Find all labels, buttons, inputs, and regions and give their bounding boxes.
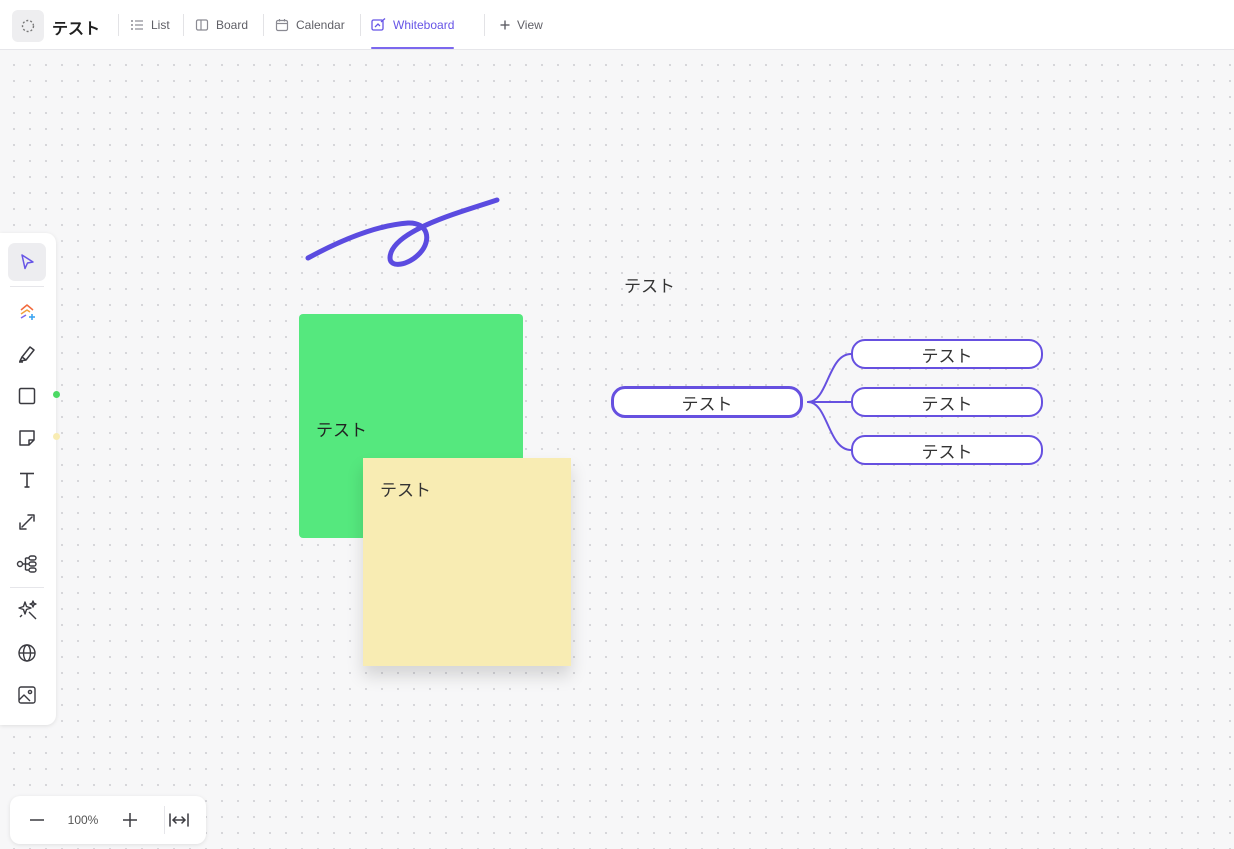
- left-toolbar: [0, 233, 60, 725]
- shape-tool-button[interactable]: [8, 377, 46, 415]
- node-text: テスト: [921, 394, 973, 414]
- sticky-note-icon: [19, 430, 35, 446]
- mind-map-tool-button[interactable]: [8, 545, 46, 583]
- minus-icon: [30, 819, 44, 821]
- shape-color-indicator: [53, 391, 60, 398]
- sparkle-shapes-icon: [20, 304, 35, 320]
- mind-map-child-node[interactable]: テスト: [851, 387, 1043, 417]
- pointer-icon: [21, 254, 34, 270]
- toolbar-divider: [10, 286, 44, 287]
- select-tool-button[interactable]: [8, 243, 46, 281]
- image-tool-button[interactable]: [8, 676, 46, 714]
- zoom-in-button[interactable]: [115, 805, 145, 835]
- connector-icon: [19, 514, 35, 530]
- mind-map-root-node[interactable]: テスト: [611, 386, 803, 418]
- embed-tool-button[interactable]: [8, 634, 46, 672]
- node-text: テスト: [681, 394, 733, 414]
- square-icon: [18, 387, 36, 405]
- pen-icon: [19, 346, 35, 363]
- image-icon: [18, 686, 36, 704]
- mind-map-child-node[interactable]: テスト: [851, 435, 1043, 465]
- globe-icon: [18, 644, 36, 662]
- node-text: テスト: [921, 346, 973, 366]
- zoom-level[interactable]: 100%: [63, 813, 103, 827]
- magic-stars-icon: [18, 600, 37, 620]
- zoom-controls: 100%: [10, 796, 206, 844]
- text-icon: [20, 472, 34, 488]
- fit-width-icon: [169, 813, 189, 827]
- zoom-out-button[interactable]: [22, 805, 52, 835]
- plus-icon: [123, 813, 137, 827]
- connector-tool-button[interactable]: [8, 503, 46, 541]
- pen-tool-button[interactable]: [8, 335, 46, 373]
- fit-to-screen-button[interactable]: [164, 805, 194, 835]
- text-tool-button[interactable]: [8, 461, 46, 499]
- sticky-color-indicator: [53, 433, 60, 440]
- node-text: テスト: [921, 442, 973, 462]
- toolbar-divider: [10, 587, 44, 588]
- ai-tool-button[interactable]: [8, 591, 46, 629]
- mind-map-icon: [16, 555, 37, 573]
- mind-map-child-node[interactable]: テスト: [851, 339, 1043, 369]
- sticky-note-tool-button[interactable]: [8, 419, 46, 457]
- ai-templates-tool-button[interactable]: [8, 293, 46, 331]
- mind-map-connectors: [807, 353, 852, 451]
